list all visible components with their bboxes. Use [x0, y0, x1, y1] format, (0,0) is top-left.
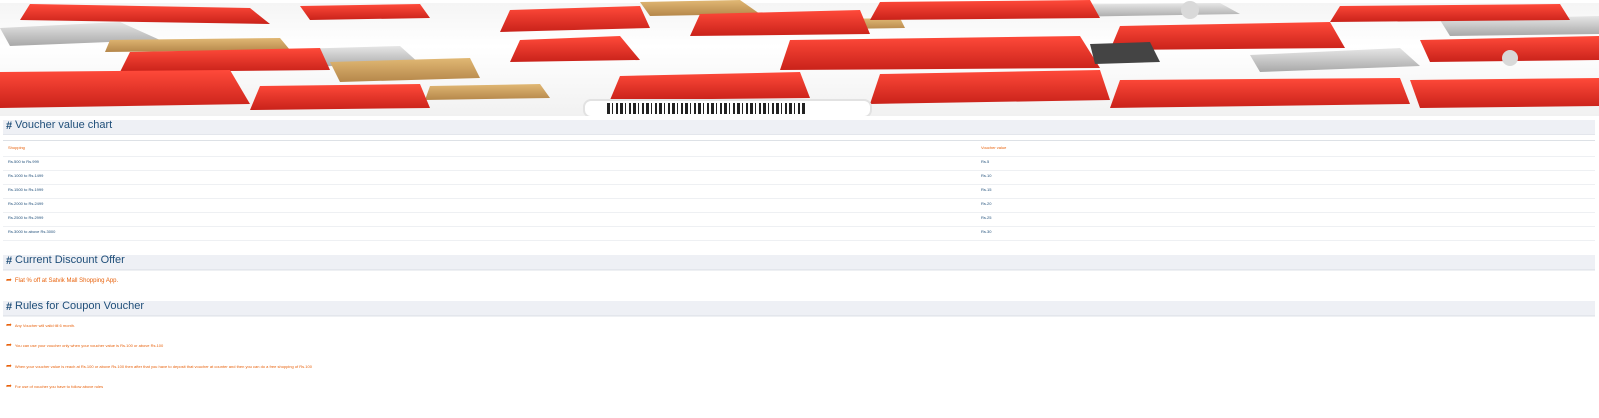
rule-item: ➦ You can use your voucher only when your…	[6, 341, 163, 349]
shopping-cell: Rs.1000 to Rs.1499	[8, 173, 44, 178]
shopping-cell: Rs.3000 to above Rs.3000	[8, 229, 56, 234]
voucher-value-cell: Rs.15	[981, 187, 992, 192]
column-header-voucher-value: Voucher value	[981, 145, 1007, 150]
discount-offer-text: Flat % off at Satvik Mall Shopping App.	[14, 278, 119, 284]
rule-item: ➦ For use of voucher you have to follow a…	[6, 382, 103, 390]
discount-offer-item: ➦ Flat % off at Satvik Mall Shopping App.	[6, 276, 118, 284]
shopping-cell: Rs.2500 to Rs.2999	[8, 215, 44, 220]
rule-text: When your voucher value is reach at Rs.1…	[14, 364, 312, 369]
rules-header: # Rules for Coupon Voucher	[3, 300, 1595, 316]
barcode-badge	[583, 99, 872, 116]
table-header-row: Shopping Voucher value	[3, 142, 1595, 157]
share-arrow-icon: ➦	[6, 322, 12, 329]
table-row: Rs.1000 to Rs.1499 Rs.10	[3, 170, 1595, 185]
share-arrow-icon: ➦	[6, 277, 12, 284]
hash-icon: #	[6, 301, 13, 313]
share-arrow-icon: ➦	[6, 342, 12, 349]
rule-text: For use of voucher you have to follow ab…	[14, 384, 104, 389]
voucher-chart-table: Shopping Voucher value Rs.500 to Rs.999 …	[3, 140, 1595, 241]
voucher-value-cell: Rs.30	[981, 229, 992, 234]
shopping-cell: Rs.1500 to Rs.1999	[8, 187, 44, 192]
shopping-cell: Rs.2000 to Rs.2499	[8, 201, 44, 206]
voucher-value-cell: Rs.10	[981, 173, 992, 178]
rule-text: You can use your voucher only when your …	[14, 343, 164, 348]
table-row: Rs.2500 to Rs.2999 Rs.25	[3, 212, 1595, 227]
hash-icon: #	[6, 255, 13, 267]
rules-title: Rules for Coupon Voucher	[15, 300, 145, 312]
rule-text: Any Voucher will valid till 6 month.	[14, 323, 76, 328]
sale-banner	[0, 0, 1599, 116]
table-row: Rs.3000 to above Rs.3000 Rs.30	[3, 226, 1595, 241]
shopping-cell: Rs.500 to Rs.999	[8, 159, 39, 164]
divider	[3, 270, 1595, 271]
hash-icon: #	[6, 120, 13, 132]
divider	[3, 316, 1595, 317]
discount-offer-title: Current Discount Offer	[15, 254, 125, 266]
table-row: Rs.2000 to Rs.2499 Rs.20	[3, 198, 1595, 213]
voucher-value-cell: Rs.20	[981, 201, 992, 206]
discount-offer-header: # Current Discount Offer	[3, 254, 1595, 270]
voucher-value-cell: Rs.5	[981, 159, 990, 164]
table-row: Rs.500 to Rs.999 Rs.5	[3, 156, 1595, 171]
rule-item: ➦ Any Voucher will valid till 6 month.	[6, 321, 75, 329]
rule-item: ➦ When your voucher value is reach at Rs.…	[6, 362, 312, 370]
share-arrow-icon: ➦	[6, 363, 12, 370]
voucher-value-cell: Rs.25	[981, 215, 992, 220]
column-header-shopping: Shopping	[8, 145, 25, 150]
voucher-chart-header: # Voucher value chart	[3, 119, 1595, 135]
share-arrow-icon: ➦	[6, 383, 12, 390]
voucher-chart-title: Voucher value chart	[15, 119, 113, 131]
table-row: Rs.1500 to Rs.1999 Rs.15	[3, 184, 1595, 199]
barcode-icon	[607, 103, 807, 114]
